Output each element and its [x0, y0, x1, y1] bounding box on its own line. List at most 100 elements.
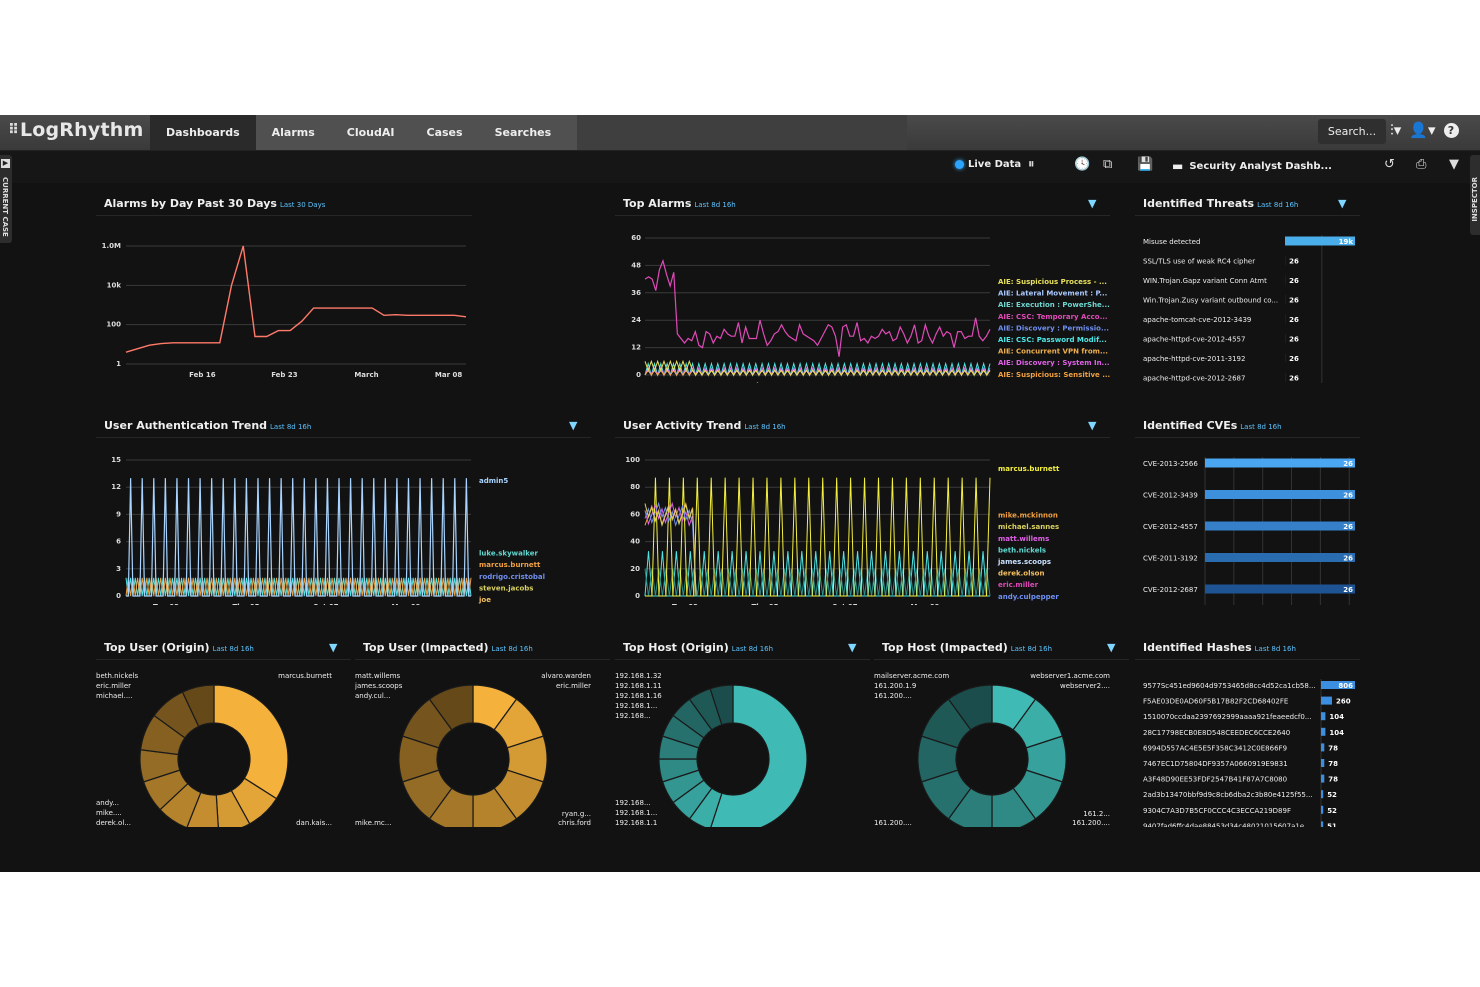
bar[interactable] [1321, 821, 1324, 827]
bar[interactable] [1205, 584, 1355, 594]
bar-value-label: 26 [1343, 523, 1353, 531]
legend-item[interactable]: AIE: Lateral Movement : P... [998, 290, 1107, 298]
refresh-icon[interactable]: ↺ [1384, 157, 1395, 172]
series-line-csc-temporary[interactable] [644, 258, 991, 357]
bar[interactable] [1321, 805, 1324, 814]
legend-item[interactable]: eric.miller [998, 581, 1039, 589]
legend-item[interactable]: AIE: Discovery : System In... [998, 359, 1110, 367]
bar-value-label: 26 [1289, 355, 1299, 363]
donut-label: eric.miller [556, 682, 591, 690]
bar-value-label: 26 [1289, 375, 1299, 383]
dashboard-toolbar: Live Data ⏸ 🕓 ⧉ 💾 ▬ Security Analyst Das… [0, 151, 1480, 183]
x-tick-label: Mon 09 [392, 603, 421, 605]
legend-item[interactable]: AIE: Discovery : Permissio... [998, 324, 1109, 332]
widget-title-text: User Activity Trend [623, 419, 742, 432]
bar[interactable] [1321, 727, 1326, 736]
user-icon[interactable]: 👤▾ [1409, 121, 1435, 139]
legend-item[interactable]: AIE: Concurrent VPN from... [998, 348, 1108, 356]
inspector-tab[interactable]: INSPECTOR [1470, 155, 1480, 235]
print-icon[interactable]: ⎙ [1416, 157, 1426, 172]
sliders-icon[interactable]: ⫶▾ [1390, 121, 1401, 139]
legend-item[interactable]: derek.olson [998, 570, 1044, 578]
legend-item[interactable]: beth.nickels [998, 546, 1046, 554]
nav-tab-dashboards[interactable]: Dashboards [150, 115, 256, 150]
y-tick-label: 48 [631, 261, 641, 269]
legend-item[interactable]: AIE: Execution : PowerShe... [998, 301, 1110, 309]
legend-item[interactable]: matt.willems [998, 535, 1049, 543]
chart-top-user-origin: marcus.burnettdan.kais...james.scoopsmat… [96, 672, 332, 827]
filter-icon[interactable]: ▼ [1088, 197, 1096, 210]
filter-icon[interactable]: ▼ [569, 419, 577, 432]
legend-item[interactable]: james.scoops [997, 558, 1051, 566]
bar[interactable] [1321, 712, 1326, 721]
filter-icon[interactable]: ▼ [1088, 419, 1096, 432]
legend-item[interactable]: joe [478, 596, 491, 604]
bar[interactable] [1205, 521, 1355, 531]
legend-item[interactable]: AIE: CSC: Password Modif... [998, 336, 1107, 344]
current-case-tab[interactable]: ▶ CURRENT CASE [0, 155, 12, 243]
filter-icon[interactable]: ▼ [1107, 641, 1115, 654]
add-widget-icon[interactable]: ⧉ [1103, 157, 1112, 172]
bar[interactable] [1321, 774, 1325, 783]
bar[interactable] [1205, 553, 1355, 562]
search-input[interactable]: Search... [1318, 119, 1386, 144]
bar[interactable] [1321, 743, 1325, 752]
widget-alarms-by-day: Alarms by Day Past 30 Days Last 30 Days 1 1… [96, 193, 472, 383]
donut-label: 192.168.1... [615, 702, 657, 710]
donut-label: mike.... [96, 809, 122, 817]
legend-item[interactable]: steven.jacobs [479, 584, 533, 592]
bar[interactable] [1321, 759, 1325, 767]
chart-alarms-by-day: 110010k1.0MFeb 16Feb 23MarchMar 08Alarms [102, 242, 467, 379]
filter-icon[interactable]: ▼ [329, 641, 337, 654]
widget-header: Alarms by Day Past 30 Days Last 30 Days [96, 193, 472, 216]
nav-tab-searches[interactable]: Searches [479, 115, 568, 150]
bar[interactable] [1205, 490, 1355, 499]
legend-item[interactable]: AIE: Execution : Windows... [998, 382, 1106, 383]
bar[interactable] [1321, 696, 1332, 705]
bar[interactable] [1321, 790, 1324, 799]
bar-category-label: CVE-2013-2566 [1143, 460, 1198, 468]
filter-icon[interactable]: ▼ [848, 641, 856, 654]
help-icon[interactable]: ? [1443, 122, 1459, 138]
bar-value-label: 78 [1328, 744, 1338, 752]
nav-tab-alarms[interactable]: Alarms [256, 115, 331, 150]
logo[interactable]: ⠿ LogRhythm [8, 119, 143, 141]
legend-item[interactable]: rodrigo.cristobal [479, 573, 545, 581]
legend-item[interactable]: admin5 [479, 477, 508, 485]
legend-item[interactable]: dan.kaiser [998, 604, 1040, 605]
time-range-label: Last 8d 16h [270, 423, 312, 431]
series-line[interactable] [126, 478, 471, 597]
series-line-alarms[interactable] [125, 245, 467, 353]
widget-header: User Authentication Trend Last 8d 16h ▼ [96, 415, 591, 438]
y-tick-label: 36 [631, 289, 641, 297]
legend-item[interactable]: AIE: Suspicious Process - ... [998, 278, 1107, 286]
legend-item[interactable]: marcus.burnett [998, 465, 1060, 473]
legend-item[interactable]: michael.sannes [998, 523, 1059, 531]
widget-header: Identified Threats Last 8d 16h ▼ [1135, 193, 1360, 216]
legend-item[interactable]: andy.culpepper [998, 593, 1059, 601]
legend-item[interactable]: AIE: CSC: Temporary Acco... [998, 313, 1108, 321]
donut-label: 161.200.... [874, 692, 912, 700]
dashboard-selector[interactable]: ▬ Security Analyst Dashb... [1172, 159, 1332, 173]
x-tick-label: Thu 05 [752, 382, 779, 383]
legend-item[interactable]: luke.skywalker [479, 550, 538, 558]
legend-item[interactable]: AIE: Suspicious: Sensitive ... [998, 371, 1110, 379]
legend-item[interactable]: mike.mckinnon [998, 512, 1058, 520]
nav-tab-cloudai[interactable]: CloudAI [331, 115, 411, 150]
save-icon[interactable]: 💾 [1137, 157, 1153, 172]
chart-user-auth: 0 3 6 9 12 15 Tue 03 Thu 05 Sat 07 Mon 09 admin5 lu… [111, 456, 545, 605]
current-case-label: CURRENT CASE [1, 177, 9, 237]
bar[interactable] [1205, 458, 1355, 468]
bar-value-label: 52 [1327, 791, 1337, 799]
legend-item[interactable]: marcus.burnett [479, 561, 541, 569]
dashboard-icon: ▬ [1172, 159, 1184, 173]
donut-slice[interactable] [213, 684, 289, 800]
filter-icon[interactable]: ▼ [1338, 197, 1346, 210]
live-data-toggle[interactable]: Live Data [955, 159, 1021, 170]
pause-icon[interactable]: ⏸ [1028, 157, 1035, 172]
logo-dots-icon: ⠿ [8, 122, 19, 138]
clock-icon[interactable]: 🕓 [1074, 157, 1090, 172]
y-tick-label: 9 [116, 510, 121, 518]
nav-tab-cases[interactable]: Cases [411, 115, 479, 150]
filter-icon[interactable]: ▼ [1449, 157, 1459, 172]
